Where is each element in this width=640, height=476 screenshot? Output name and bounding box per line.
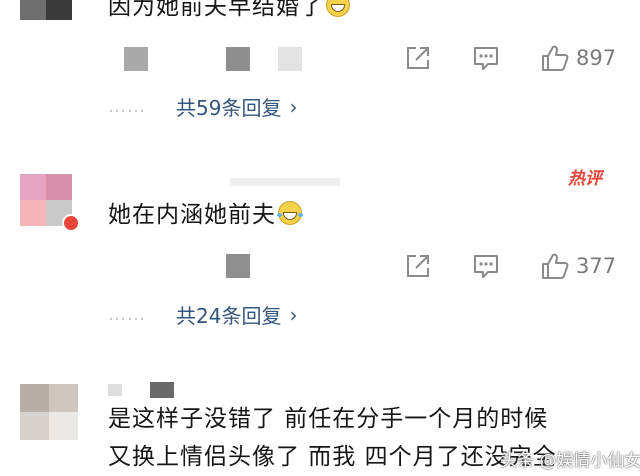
comment-text-content: 因为她前夫早结婚了 <box>108 0 324 20</box>
share-icon <box>407 47 429 69</box>
comment-text: 她在内涵她前夫 <box>108 200 303 230</box>
like-count: 897 <box>576 46 617 70</box>
chevron-right-icon: › <box>289 302 298 327</box>
censored-image <box>278 47 302 71</box>
share-icon <box>407 255 429 277</box>
comment-text-line: 是这样子没错了 前任在分手一个月的时候 <box>108 406 549 432</box>
censored-username <box>150 382 174 398</box>
watermark: 头条 @娱情小仙女 <box>500 451 640 471</box>
censored-image <box>124 47 148 71</box>
share-button[interactable] <box>404 252 432 280</box>
comment-icon <box>474 47 498 70</box>
like-button[interactable]: 377 <box>540 251 616 281</box>
censored-image <box>226 47 250 71</box>
comment-text: 因为她前夫早结婚了 <box>108 0 350 22</box>
replies-dots: …… <box>108 304 146 325</box>
hot-comment-badge: 热评 <box>568 169 602 189</box>
view-replies-link[interactable]: …… 共24条回复 › <box>108 300 297 329</box>
like-button[interactable]: 897 <box>540 43 616 73</box>
comment-button[interactable] <box>472 252 500 280</box>
replies-label: 共59条回复 <box>176 96 282 120</box>
laughing-tears-emoji-icon <box>277 201 303 225</box>
grinning-face-emoji-icon <box>326 0 350 17</box>
censored-username <box>230 178 340 186</box>
like-count: 377 <box>576 254 617 278</box>
chevron-right-icon: › <box>289 94 298 119</box>
thumbs-up-icon <box>542 45 569 71</box>
view-replies-link[interactable]: …… 共59条回复 › <box>108 92 297 121</box>
comment-button[interactable] <box>472 44 500 72</box>
avatar[interactable] <box>20 0 72 20</box>
comment-text-content: 她在内涵她前夫 <box>108 202 276 228</box>
replies-label: 共24条回复 <box>176 304 282 328</box>
verified-badge-icon <box>62 214 80 232</box>
censored-username <box>108 384 122 396</box>
replies-dots: …… <box>108 96 146 117</box>
comment-text-line: 又换上情侣头像了 而我 四个月了还没完全 <box>108 444 557 470</box>
comment-icon <box>474 255 498 278</box>
share-button[interactable] <box>404 44 432 72</box>
censored-image <box>226 254 250 278</box>
avatar[interactable] <box>20 384 78 440</box>
thumbs-up-icon <box>542 253 569 279</box>
